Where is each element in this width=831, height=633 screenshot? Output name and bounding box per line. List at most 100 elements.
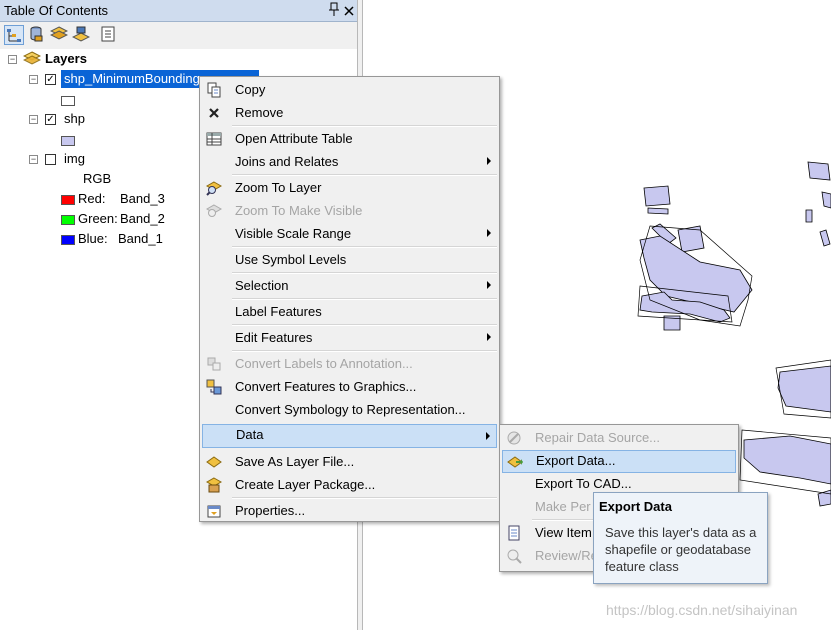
menu-separator xyxy=(232,298,497,300)
menu-item-label: Export Data... xyxy=(536,453,616,468)
layer-expander[interactable]: − xyxy=(29,155,38,164)
submenu-arrow-icon xyxy=(487,229,491,237)
list-by-visibility-icon[interactable] xyxy=(49,25,70,45)
layer-visibility-checkbox[interactable] xyxy=(45,154,56,165)
red-band-row: Red: Band_3 xyxy=(78,190,165,208)
menu-item-zoom-to-make-visible[interactable]: Zoom To Make Visible xyxy=(202,200,497,222)
options-icon[interactable] xyxy=(99,25,119,45)
layer-expander[interactable]: − xyxy=(29,75,38,84)
menu-item-zoom-to-layer[interactable]: Zoom To Layer xyxy=(202,177,497,199)
convert-graphics-icon xyxy=(206,379,222,395)
menu-separator xyxy=(232,497,497,499)
layers-icon xyxy=(22,51,42,67)
layer-shp[interactable]: shp xyxy=(64,110,85,128)
menu-item-save-as-layer-file[interactable]: Save As Layer File... xyxy=(202,451,497,473)
menu-item-label: Data xyxy=(236,427,264,442)
close-icon[interactable] xyxy=(342,1,356,19)
tooltip-text: Save this layer's data as a shapefile or… xyxy=(605,525,757,574)
rgb-legend-header: RGB xyxy=(83,170,111,188)
menu-item-label: Selection xyxy=(235,278,289,293)
collapse-layers-toggle[interactable]: − xyxy=(8,55,17,64)
copy-icon xyxy=(206,82,222,98)
layer-visibility-checkbox[interactable]: ✓ xyxy=(45,74,56,85)
menu-separator xyxy=(232,350,497,352)
menu-item-label: Edit Features xyxy=(235,330,313,345)
menu-item-remove[interactable]: Remove xyxy=(202,102,497,124)
band-label: Green: xyxy=(78,211,118,226)
layer-img[interactable]: img xyxy=(64,150,85,168)
toc-toolbar xyxy=(0,22,357,49)
layer-visibility-checkbox[interactable]: ✓ xyxy=(45,114,56,125)
menu-item-edit-features[interactable]: Edit Features xyxy=(202,327,497,349)
menu-separator xyxy=(232,246,497,248)
menu-item-label: Zoom To Make Visible xyxy=(235,203,363,218)
menu-item-export-data[interactable]: Export Data... xyxy=(502,450,736,473)
export-data-icon xyxy=(507,454,523,470)
layer-expander[interactable]: − xyxy=(29,115,38,124)
layer-name: shp_MinimumBounding xyxy=(64,71,200,86)
table-icon xyxy=(206,131,222,147)
layer-name: shp xyxy=(64,111,85,126)
export-data-tooltip: Export Data Save this layer's data as a … xyxy=(593,492,768,584)
band-label: Red: xyxy=(78,191,106,206)
menu-item-label-features[interactable]: Label Features xyxy=(202,301,497,323)
review-icon xyxy=(506,548,522,564)
menu-item-copy[interactable]: Copy xyxy=(202,79,497,101)
menu-item-selection[interactable]: Selection xyxy=(202,275,497,297)
band-value: Band_3 xyxy=(120,191,165,206)
zoom-to-layer-icon xyxy=(205,180,223,196)
watermark-text: https://blog.csdn.net/sihaiyinan xyxy=(606,602,798,618)
band-value: Band_1 xyxy=(118,231,163,246)
submenu-arrow-icon xyxy=(487,157,491,165)
menu-item-label: Save As Layer File... xyxy=(235,454,355,469)
menu-item-label: Export To CAD... xyxy=(535,476,632,491)
menu-item-repair-data-source[interactable]: Repair Data Source... xyxy=(502,427,736,449)
layer-symbol-swatch[interactable] xyxy=(61,136,75,146)
pin-icon[interactable] xyxy=(328,2,340,18)
green-band-row: Green: Band_2 xyxy=(78,210,165,228)
properties-icon xyxy=(206,503,222,519)
menu-item-label: Visible Scale Range xyxy=(235,226,352,241)
band-value: Band_2 xyxy=(120,211,165,226)
menu-separator xyxy=(232,324,497,326)
menu-item-convert-symbology-to-representation[interactable]: Convert Symbology to Representation... xyxy=(202,399,497,421)
toc-title: Table Of Contents xyxy=(4,3,109,18)
menu-item-use-symbol-levels[interactable]: Use Symbol Levels xyxy=(202,249,497,271)
menu-item-label: Make Per xyxy=(535,499,591,514)
menu-item-label: Convert Labels to Annotation... xyxy=(235,356,413,371)
menu-item-convert-features-to-graphics[interactable]: Convert Features to Graphics... xyxy=(202,376,497,398)
layers-root-label: Layers xyxy=(45,51,87,66)
list-by-selection-icon[interactable] xyxy=(71,25,92,45)
menu-item-label: Create Layer Package... xyxy=(235,477,376,492)
menu-item-label: Zoom To Layer xyxy=(235,180,322,195)
layer-symbol-swatch[interactable] xyxy=(61,96,75,106)
blue-band-row: Blue: Band_1 xyxy=(78,230,163,248)
menu-item-create-layer-package[interactable]: Create Layer Package... xyxy=(202,474,497,496)
zoom-visible-icon xyxy=(205,203,223,219)
list-by-source-icon[interactable] xyxy=(27,25,47,45)
menu-item-label: Use Symbol Levels xyxy=(235,252,347,267)
menu-item-properties[interactable]: Properties... xyxy=(202,500,497,522)
menu-item-label: Repair Data Source... xyxy=(535,430,661,445)
menu-item-label: Joins and Relates xyxy=(235,154,339,169)
menu-item-joins-and-relates[interactable]: Joins and Relates xyxy=(202,151,497,173)
remove-x-icon xyxy=(206,105,222,121)
layer-context-menu: Copy Remove Open Attribute Table Joins a… xyxy=(199,76,500,522)
tooltip-title: Export Data xyxy=(599,499,672,514)
menu-item-label: Review/Re xyxy=(535,548,598,563)
green-band-swatch xyxy=(61,215,75,225)
submenu-arrow-icon xyxy=(487,333,491,341)
layer-file-icon xyxy=(206,454,222,470)
menu-item-open-attribute-table[interactable]: Open Attribute Table xyxy=(202,128,497,150)
layer-name: img xyxy=(64,151,85,166)
menu-item-data[interactable]: Data xyxy=(202,424,497,448)
menu-item-convert-labels-to-annotation[interactable]: Convert Labels to Annotation... xyxy=(202,353,497,375)
band-label: Blue: xyxy=(78,231,108,246)
toc-title-bar: Table Of Contents xyxy=(0,0,357,22)
list-by-drawing-order-icon[interactable] xyxy=(4,25,24,45)
menu-item-label: Copy xyxy=(235,82,266,97)
menu-separator xyxy=(232,272,497,274)
menu-item-visible-scale-range[interactable]: Visible Scale Range xyxy=(202,223,497,245)
submenu-arrow-icon xyxy=(487,281,491,289)
submenu-arrow-icon xyxy=(486,432,490,440)
